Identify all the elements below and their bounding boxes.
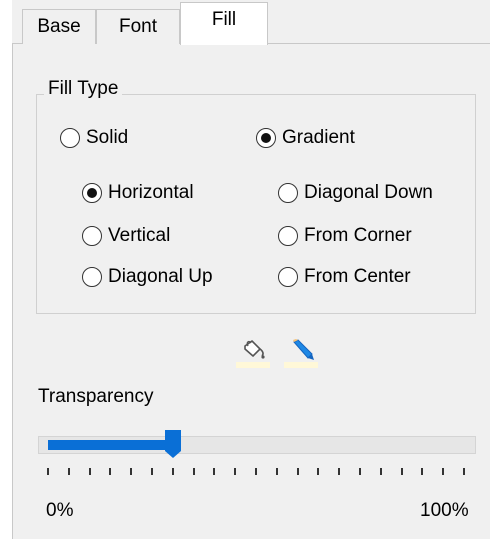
slider-tick <box>338 468 341 475</box>
radio-vertical-circle <box>82 226 102 246</box>
line-color-swatch <box>284 362 318 368</box>
slider-tick <box>359 468 361 475</box>
radio-from-center-label: From Center <box>304 266 411 287</box>
pen-icon <box>293 339 314 360</box>
tab-fill[interactable]: Fill <box>180 2 268 45</box>
radio-horizontal-circle <box>82 183 102 203</box>
transparency-slider-fill <box>48 440 173 450</box>
radio-solid[interactable]: Solid <box>60 127 128 149</box>
radio-horizontal-label: Horizontal <box>108 182 194 203</box>
transparency-slider-thumb[interactable] <box>164 429 182 459</box>
slider-tick <box>88 468 91 475</box>
radio-vertical-label: Vertical <box>108 225 171 246</box>
transparency-ticks <box>0 468 490 478</box>
slider-tick <box>421 468 424 475</box>
slider-tick <box>275 468 278 475</box>
radio-diagonal-up-label: Diagonal Up <box>108 266 213 287</box>
slider-tick <box>67 468 70 475</box>
fill-color-button[interactable] <box>236 338 270 368</box>
radio-diagonal-down[interactable]: Diagonal Down <box>278 182 433 204</box>
tab-base[interactable]: Base <box>22 9 96 44</box>
radio-diagonal-up[interactable]: Diagonal Up <box>82 266 213 288</box>
radio-gradient[interactable]: Gradient <box>256 127 355 149</box>
radio-from-corner-circle <box>278 226 298 246</box>
radio-gradient-circle <box>256 128 276 148</box>
slider-tick <box>151 468 153 475</box>
radio-solid-circle <box>60 128 80 148</box>
fill-color-swatch <box>236 362 270 368</box>
radio-horizontal[interactable]: Horizontal <box>82 182 194 204</box>
radio-diagonal-down-circle <box>278 183 298 203</box>
slider-tick <box>463 468 465 475</box>
slider-tick <box>296 468 299 475</box>
slider-tick <box>130 468 133 475</box>
transparency-max-label: 100% <box>420 500 469 521</box>
radio-from-corner-label: From Corner <box>304 225 412 246</box>
slider-tick <box>255 468 257 475</box>
slider-tick <box>171 468 174 475</box>
tab-fill-label: Fill <box>211 9 237 30</box>
radio-from-center[interactable]: From Center <box>278 266 411 288</box>
radio-vertical[interactable]: Vertical <box>82 225 170 247</box>
slider-tick <box>442 468 445 475</box>
slider-tick <box>234 468 237 475</box>
line-color-button[interactable] <box>284 338 318 368</box>
paint-bucket-icon <box>244 340 265 359</box>
radio-diagonal-down-label: Diagonal Down <box>304 182 433 203</box>
slider-tick <box>400 468 403 475</box>
fill-type-title: Fill Type <box>44 78 123 100</box>
radio-diagonal-up-circle <box>82 267 102 287</box>
radio-gradient-label: Gradient <box>282 127 355 148</box>
transparency-min-label: 0% <box>46 500 74 521</box>
radio-solid-label: Solid <box>86 127 129 148</box>
radio-from-center-circle <box>278 267 298 287</box>
radio-from-corner[interactable]: From Corner <box>278 225 412 247</box>
slider-tick <box>379 468 382 475</box>
tab-base-label: Base <box>37 16 81 37</box>
tab-font[interactable]: Font <box>96 9 180 44</box>
slider-tick <box>109 468 112 475</box>
tab-font-label: Font <box>118 16 158 37</box>
slider-tick <box>213 468 216 475</box>
transparency-label: Transparency <box>38 386 154 407</box>
slider-tick <box>192 468 195 475</box>
slider-tick <box>317 468 320 475</box>
slider-tick <box>47 468 49 475</box>
